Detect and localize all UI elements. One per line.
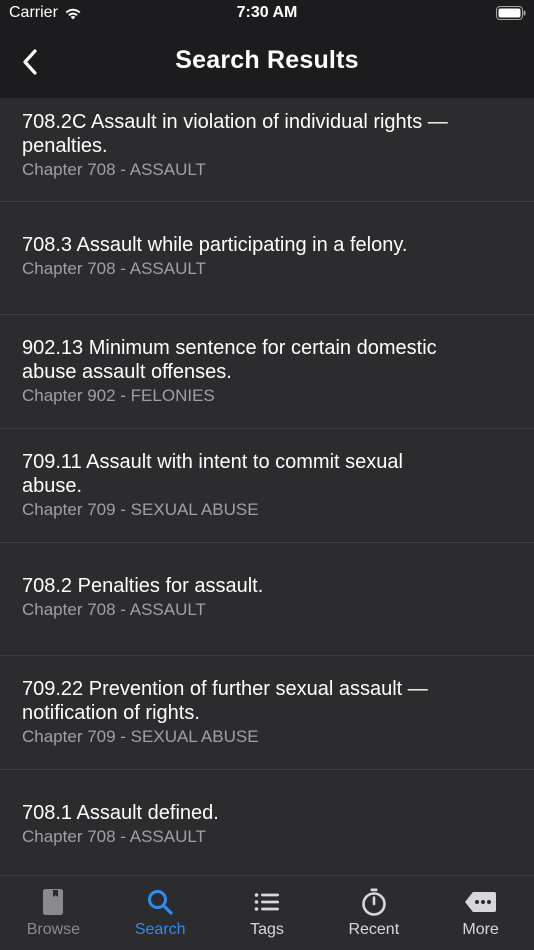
search-icon (148, 890, 173, 915)
list-item[interactable]: 708.3 Assault while participating in a f… (0, 202, 534, 315)
result-title: 708.2C Assault in violation of individua… (22, 110, 514, 158)
tab-bar: Browse Search Tags Recent More (0, 875, 534, 950)
list-item[interactable]: 708.1 Assault defined. Chapter 708 - ASS… (0, 770, 534, 875)
tab-browse[interactable]: Browse (0, 876, 107, 950)
result-chapter: Chapter 902 - FELONIES (22, 386, 215, 405)
stopwatch-icon (361, 888, 386, 916)
tab-search[interactable]: Search (107, 876, 214, 950)
tab-label: Tags (250, 921, 284, 938)
result-chapter: Chapter 708 - ASSAULT (22, 600, 206, 619)
result-title-line: notification of rights. (22, 702, 200, 724)
tab-label: Recent (348, 921, 400, 938)
tab-more[interactable]: More (427, 876, 534, 950)
tab-label: Browse (26, 921, 81, 938)
result-title-line: 708.2C Assault in violation of individua… (22, 111, 448, 133)
result-title-line: 902.13 Minimum sentence for certain dome… (22, 337, 437, 359)
result-title: 709.22 Prevention of further sexual assa… (22, 677, 514, 725)
result-title-line: 708.2 Penalties for assault. (22, 575, 264, 597)
tab-recent[interactable]: Recent (320, 876, 427, 950)
status-time: 7:30 AM (236, 4, 298, 21)
result-title-line: 709.11 Assault with intent to commit sex… (22, 451, 403, 473)
tab-label: More (462, 921, 499, 938)
result-chapter: Chapter 709 - SEXUAL ABUSE (22, 727, 259, 746)
list-item[interactable]: 709.11 Assault with intent to commit sex… (0, 429, 534, 543)
list-item[interactable]: 708.2C Assault in violation of individua… (0, 98, 534, 202)
result-chapter: Chapter 708 - ASSAULT (22, 827, 206, 846)
tab-tags[interactable]: Tags (214, 876, 321, 950)
list-icon (254, 893, 279, 911)
result-title-line: abuse assault offenses. (22, 361, 232, 383)
list-item[interactable]: 902.13 Minimum sentence for certain dome… (0, 315, 534, 429)
result-title: 708.2 Penalties for assault. (22, 574, 514, 598)
screen: Carrier 7:30 AM Search Results 708.2C As… (0, 0, 534, 950)
result-chapter: Chapter 709 - SEXUAL ABUSE (22, 500, 259, 519)
search-results-list[interactable]: 708.2C Assault in violation of individua… (0, 98, 534, 875)
result-title-line: penalties. (22, 135, 108, 157)
list-item[interactable]: 708.2 Penalties for assault. Chapter 708… (0, 543, 534, 656)
result-chapter: Chapter 708 - ASSAULT (22, 259, 206, 278)
navigation-bar: Search Results (0, 28, 534, 98)
result-title-line: 708.3 Assault while participating in a f… (22, 234, 408, 256)
result-title: 708.1 Assault defined. (22, 801, 514, 825)
result-title: 709.11 Assault with intent to commit sex… (22, 450, 514, 498)
result-chapter: Chapter 708 - ASSAULT (22, 160, 206, 179)
book-icon (43, 889, 64, 915)
more-icon (464, 892, 496, 912)
result-title-line: 709.22 Prevention of further sexual assa… (22, 678, 428, 700)
list-item[interactable]: 709.22 Prevention of further sexual assa… (0, 656, 534, 770)
result-title: 902.13 Minimum sentence for certain dome… (22, 336, 514, 384)
tab-label: Search (134, 921, 186, 938)
status-bar: Carrier 7:30 AM (0, 0, 534, 28)
result-title: 708.3 Assault while participating in a f… (22, 233, 514, 257)
page-title: Search Results (175, 46, 359, 74)
result-title-line: abuse. (22, 475, 83, 497)
header: Carrier 7:30 AM Search Results (0, 0, 534, 98)
result-title-line: 708.1 Assault defined. (22, 802, 219, 824)
battery-icon (496, 6, 526, 20)
